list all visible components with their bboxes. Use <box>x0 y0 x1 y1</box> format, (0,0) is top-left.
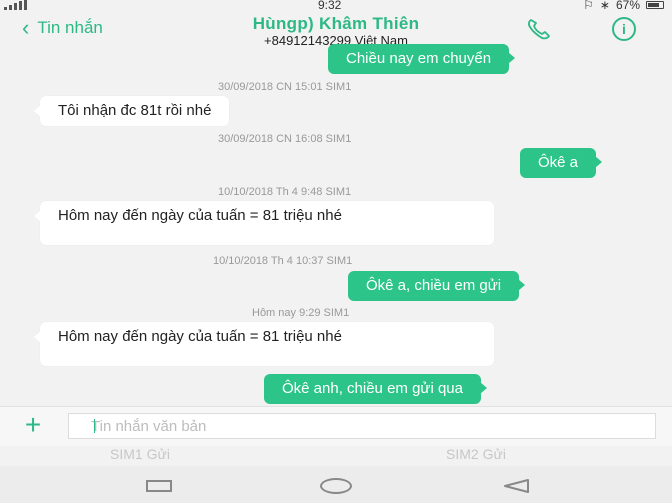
back-label: Tin nhắn <box>37 18 103 37</box>
status-right: ⚐ ∗ 67% <box>583 0 664 12</box>
phone-icon <box>528 19 550 40</box>
status-time: 9:32 <box>318 0 342 12</box>
add-attachment-button[interactable]: + <box>16 411 50 439</box>
message-timestamp: 30/09/2018 CN 16:08 SIM1 <box>218 133 352 145</box>
status-bar: 9:32 ⚐ ∗ 67% <box>0 0 672 12</box>
message-outgoing[interactable]: Chiều nay em chuyển <box>328 44 516 74</box>
message-incoming[interactable]: Tôi nhận đc 81t rồi nhé <box>33 96 230 126</box>
message-timestamp: Hôm nay 9:29 SIM1 <box>252 307 350 319</box>
contact-name: Hùngp) Khâm Thiên <box>252 14 420 33</box>
back-button[interactable]: ‹ Tin nhắn <box>22 15 103 40</box>
send-row: SIM1 Gửi SIM2 Gửi <box>0 446 672 466</box>
send-sim2-button[interactable]: SIM2 Gửi <box>446 446 506 462</box>
message-outgoing[interactable]: Ôkê anh, chiều em gửi qua <box>264 374 487 404</box>
system-back-button[interactable] <box>502 478 530 494</box>
call-button[interactable] <box>526 18 552 40</box>
composer: + <box>0 406 672 446</box>
plus-icon: + <box>24 409 42 440</box>
info-button[interactable]: i <box>612 17 636 41</box>
system-navigation-bar <box>0 466 672 503</box>
message-input[interactable] <box>68 413 656 439</box>
text-cursor <box>94 419 95 433</box>
battery-percent: 67% <box>615 0 640 12</box>
message-outgoing[interactable]: Ôkê a, chiều em gửi <box>348 271 526 301</box>
chevron-left-icon: ‹ <box>22 15 30 40</box>
message-incoming[interactable]: Hôm nay đến ngày của tuấn = 81 triệu nhé <box>34 201 494 245</box>
message-incoming[interactable]: Hôm nay đến ngày của tuấn = 81 triệu nhé <box>34 322 494 366</box>
contact-info[interactable]: Hùngp) Khâm Thiên +84912143299 Việt Nam <box>190 14 482 48</box>
info-icon: i <box>622 21 626 37</box>
message-timestamp: 10/10/2018 Th 4 10:37 SIM1 <box>213 255 353 267</box>
battery-icon <box>646 1 664 9</box>
home-button[interactable] <box>320 478 352 494</box>
triangle-back-icon <box>504 479 529 493</box>
message-timestamp: 10/10/2018 Th 4 9:48 SIM1 <box>218 186 352 198</box>
message-timestamp: 30/09/2018 CN 15:01 SIM1 <box>218 81 352 93</box>
message-outgoing[interactable]: Ôkê a <box>520 148 603 178</box>
conversation-header: ‹ Tin nhắn Hùngp) Khâm Thiên +8491214329… <box>0 12 672 48</box>
message-list[interactable]: Chiều nay em chuyển 30/09/2018 CN 15:01 … <box>0 44 672 406</box>
signal-icon <box>4 0 27 10</box>
send-sim1-button[interactable]: SIM1 Gửi <box>110 446 170 462</box>
alarm-icon: ⚐ <box>583 0 594 12</box>
bluetooth-icon: ∗ <box>599 0 610 12</box>
recent-apps-button[interactable] <box>146 480 172 492</box>
